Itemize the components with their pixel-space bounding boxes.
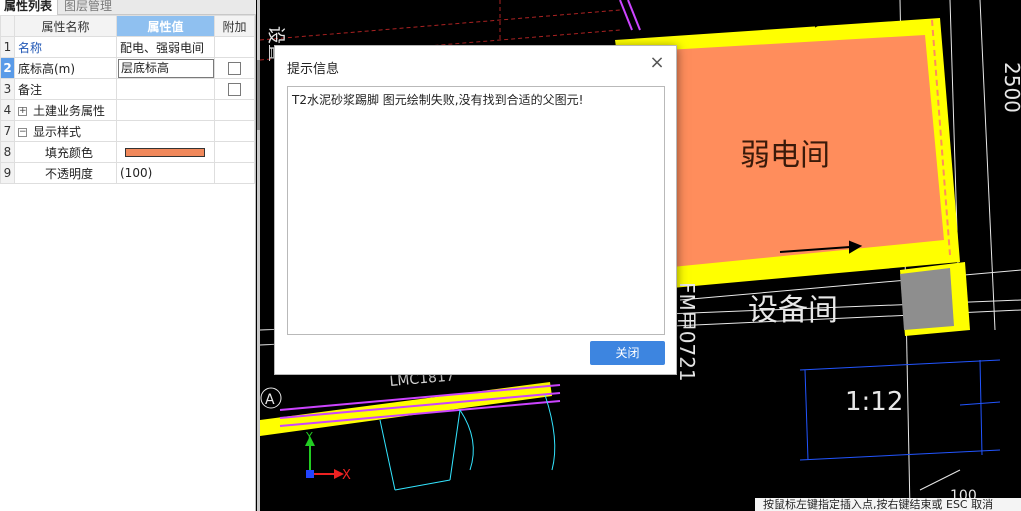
row-number: 7: [0, 120, 15, 142]
extra-cell: [214, 78, 255, 100]
table-row-selected[interactable]: 2 底标高(m) 层底标高: [0, 57, 255, 79]
property-value: [116, 120, 215, 142]
extra-checkbox[interactable]: [228, 82, 241, 96]
message-dialog: 提示信息 × T2水泥砂浆踢脚 图元绘制失败,没有找到合适的父图元! 关闭: [274, 45, 677, 375]
expand-plus-icon[interactable]: +: [18, 106, 27, 116]
dimension-label-top: 2500: [1000, 62, 1021, 113]
row-number: 2: [0, 57, 15, 79]
table-row[interactable]: 4 + 土建业务属性: [0, 99, 255, 121]
header-extra: 附加: [214, 15, 255, 37]
tab-property-list[interactable]: 属性列表: [0, 0, 58, 15]
ratio-label: 1:12: [845, 387, 903, 417]
property-name: 名称: [14, 36, 117, 58]
axis-bubble-label: A: [265, 392, 275, 408]
grid-corner: [0, 15, 15, 37]
extra-cell: [214, 57, 255, 79]
property-name: 不透明度: [14, 162, 117, 184]
dialog-title: 提示信息: [287, 62, 340, 77]
property-panel: 属性列表 图层管理 属性名称 属性值 附加 1 名称 配电、强弱电间 2 底标高…: [0, 0, 256, 511]
header-property-name: 属性名称: [14, 15, 117, 37]
property-grid: 属性名称 属性值 附加 1 名称 配电、强弱电间 2 底标高(m) 层底标高 3…: [0, 15, 255, 184]
row-number: 8: [0, 141, 15, 163]
property-value-cell: 层底标高: [116, 57, 215, 79]
property-name: 填充颜色: [14, 141, 117, 163]
property-name: 显示样式: [33, 124, 82, 139]
table-row[interactable]: 9 不透明度 (100): [0, 162, 255, 184]
dialog-message: T2水泥砂浆踢脚 图元绘制失败,没有找到合适的父图元!: [287, 86, 665, 335]
axis-y-label: Y: [305, 430, 313, 443]
row-number: 4: [0, 99, 15, 121]
table-row[interactable]: 3 备注: [0, 78, 255, 100]
panel-tabs: 属性列表 图层管理: [0, 0, 256, 15]
row-number: 9: [0, 162, 15, 184]
table-row[interactable]: 8 填充颜色: [0, 141, 255, 163]
extra-cell: [214, 141, 255, 163]
fill-color-swatch[interactable]: [125, 147, 205, 157]
property-name: 备注: [14, 78, 117, 100]
close-icon[interactable]: ×: [649, 54, 665, 72]
property-group: − 显示样式: [14, 120, 117, 142]
extra-cell: [214, 162, 255, 184]
base-elevation-input[interactable]: 层底标高: [118, 58, 214, 78]
door-tag: FM甲0721: [675, 282, 699, 382]
extra-cell: [214, 99, 255, 121]
property-group: + 土建业务属性: [14, 99, 117, 121]
property-value: [116, 99, 215, 121]
fill-color-cell[interactable]: [116, 141, 215, 163]
status-bar: 按鼠标左键指定插入点,按右键结束或 ESC 取消: [755, 498, 1021, 511]
close-button[interactable]: 关闭: [590, 341, 665, 365]
extra-checkbox[interactable]: [228, 61, 241, 75]
property-name: 底标高(m): [14, 57, 117, 79]
axis-x-label: X: [342, 468, 351, 483]
property-value[interactable]: (100): [116, 162, 215, 184]
property-value[interactable]: 配电、强弱电间: [116, 36, 215, 58]
table-row[interactable]: 7 − 显示样式: [0, 120, 255, 142]
collapse-minus-icon[interactable]: −: [18, 127, 27, 137]
extra-cell: [214, 120, 255, 142]
tab-layer-management[interactable]: 图层管理: [60, 0, 124, 15]
property-value[interactable]: [116, 78, 215, 100]
row-number: 1: [0, 36, 15, 58]
property-name: 土建业务属性: [33, 103, 106, 118]
extra-cell: [214, 36, 255, 58]
row-number: 3: [0, 78, 15, 100]
header-property-value: 属性值: [116, 15, 215, 37]
gray-column: [900, 268, 954, 330]
room2-label: 设备间: [748, 293, 838, 328]
room-label: 弱电间: [740, 138, 830, 173]
table-row[interactable]: 1 名称 配电、强弱电间: [0, 36, 255, 58]
